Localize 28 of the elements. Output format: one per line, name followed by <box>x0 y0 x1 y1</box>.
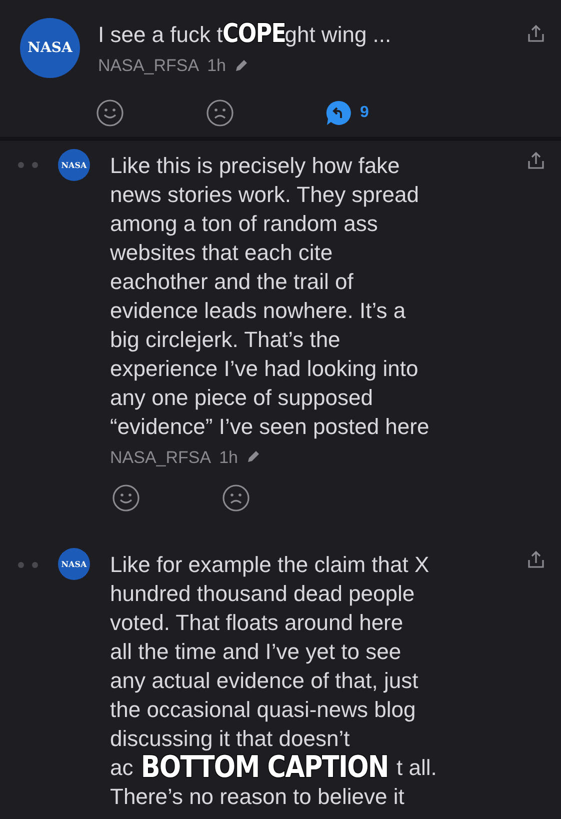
avatar: NASA <box>20 18 80 78</box>
smile-icon[interactable] <box>96 98 124 126</box>
timestamp: 1h <box>219 446 238 468</box>
comment-text: ac <box>110 754 134 782</box>
reply-count[interactable]: 9 <box>360 100 369 124</box>
comment-text: There’s no reason to believe it <box>110 783 406 811</box>
author-name[interactable]: NASA_RFSA <box>110 444 212 470</box>
thread-dot <box>18 162 24 168</box>
share-icon[interactable] <box>527 24 545 44</box>
meme-caption: COPE <box>222 18 286 50</box>
timestamp: 1h <box>207 55 226 77</box>
comment-text: Like this is precisely how fake news stories work. They spread among a ton of random ass websites that each cite eachother and the trail of evidence leads nowhere. It’s a big circlejerk. That’s the experience I’ve had looking into any one piece of supposed “evidence” I’ve seen posted here <box>110 152 430 440</box>
thread-dot <box>32 162 38 168</box>
comment-text: t all. <box>396 754 437 782</box>
post-title[interactable]: I see a fuck t <box>98 22 223 47</box>
meme-caption: BOTTOM CAPTION <box>141 753 389 782</box>
thread-dot <box>32 562 38 568</box>
post-title[interactable]: ght wing ... <box>284 22 392 47</box>
share-icon[interactable] <box>527 150 545 170</box>
avatar: NASA <box>58 148 90 180</box>
frown-icon[interactable] <box>222 484 250 512</box>
thread-dot <box>18 562 24 568</box>
frown-icon[interactable] <box>206 98 234 126</box>
reply-icon[interactable] <box>326 100 352 126</box>
author-name[interactable]: NASA_RFSA <box>98 53 200 78</box>
avatar: NASA <box>58 548 90 580</box>
smile-icon[interactable] <box>112 484 140 512</box>
share-icon[interactable] <box>527 550 545 570</box>
